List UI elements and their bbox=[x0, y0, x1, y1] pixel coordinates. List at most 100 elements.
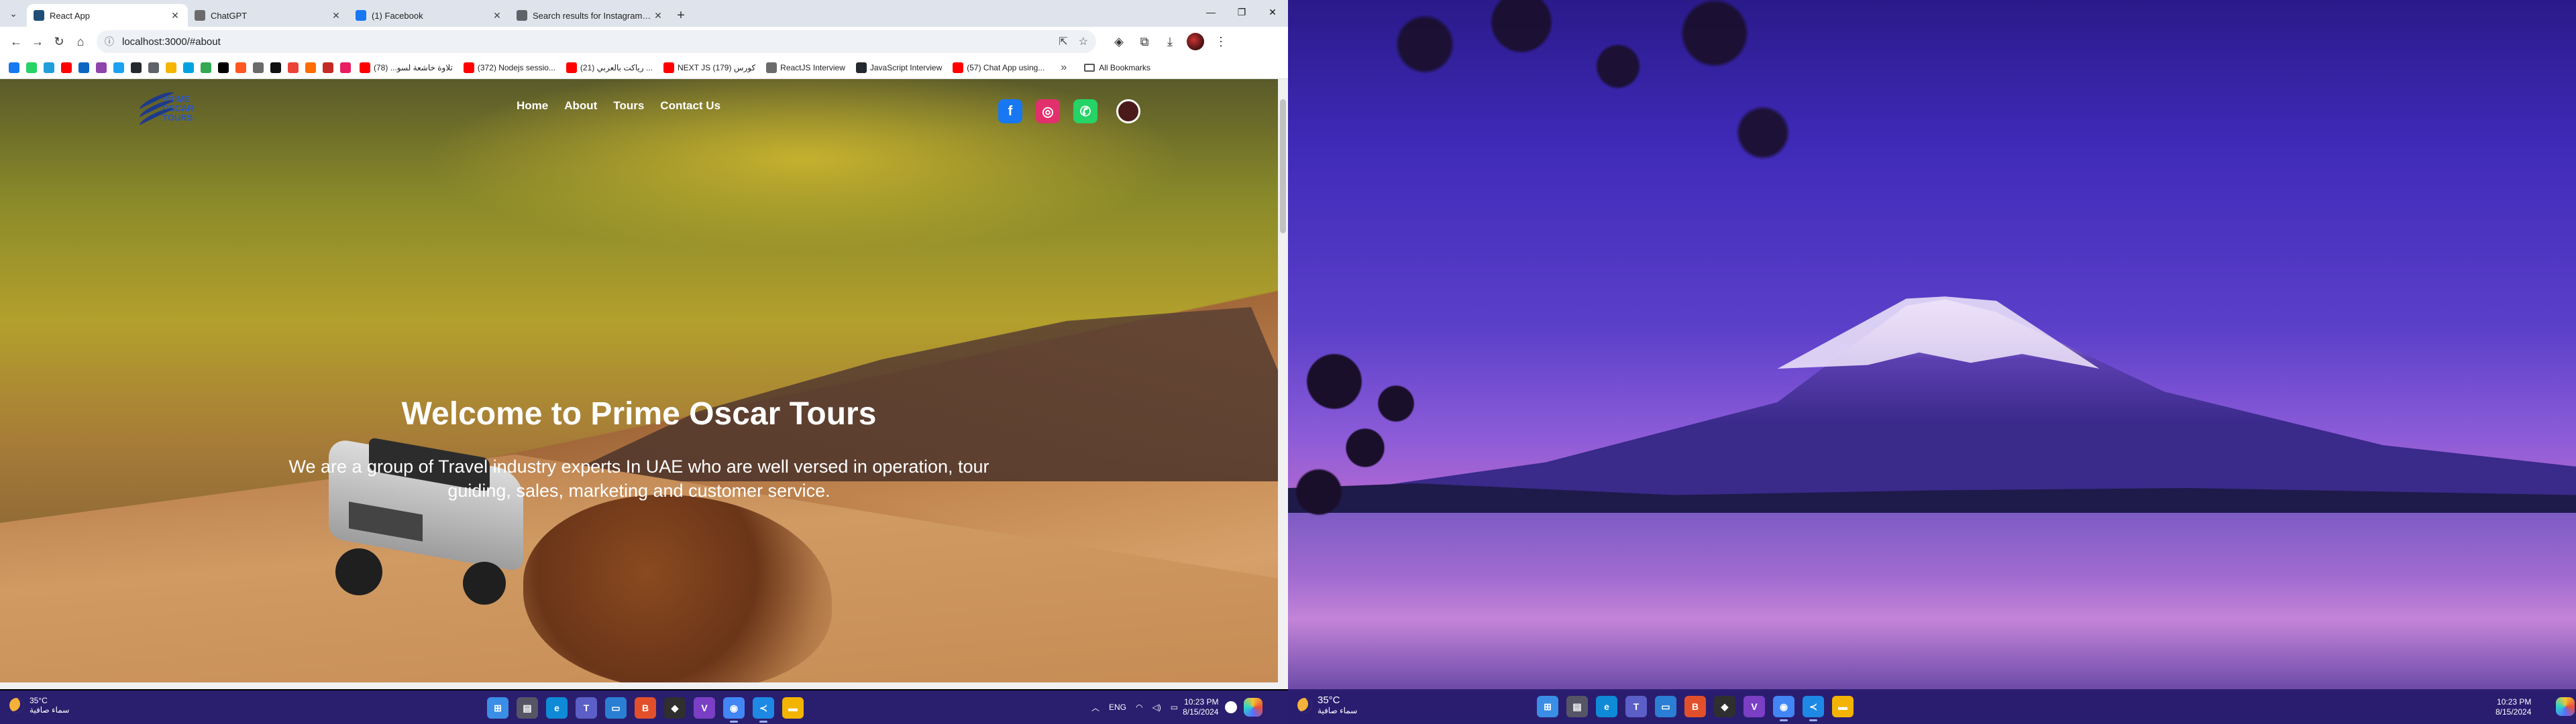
bookmark-favicon-icon[interactable] bbox=[61, 62, 72, 73]
edge-icon[interactable]: e bbox=[546, 697, 568, 719]
bookmark-favicon-icon[interactable] bbox=[340, 62, 351, 73]
tab-1[interactable]: ChatGPT ✕ bbox=[188, 4, 349, 27]
vscode-icon[interactable]: ≺ bbox=[1803, 696, 1824, 721]
bookmark-item[interactable]: JavaScript Interview bbox=[855, 62, 942, 73]
language-indicator[interactable]: ENG bbox=[1109, 703, 1126, 712]
extension-icon[interactable]: ◈ bbox=[1108, 31, 1130, 52]
bookmark-favicon-icon[interactable] bbox=[166, 62, 176, 73]
minimize-button[interactable]: — bbox=[1195, 0, 1226, 24]
close-window-button[interactable]: ✕ bbox=[1257, 0, 1288, 24]
browser-menu-icon[interactable]: ⋮ bbox=[1210, 31, 1232, 52]
all-bookmarks-button[interactable]: All Bookmarks bbox=[1084, 63, 1150, 72]
maximize-button[interactable]: ❐ bbox=[1226, 0, 1257, 24]
address-bar[interactable]: ⓘ localhost:3000/#about ⇱ ☆ bbox=[97, 30, 1096, 53]
profile-avatar[interactable] bbox=[1185, 31, 1206, 52]
open-in-app-icon[interactable]: ⇱ bbox=[1059, 35, 1067, 48]
file-explorer-icon[interactable]: ▤ bbox=[1566, 696, 1588, 717]
bookmark-favicon-icon[interactable] bbox=[148, 62, 159, 73]
tab-0[interactable]: React App ✕ bbox=[27, 4, 188, 27]
copilot-icon[interactable] bbox=[2556, 697, 2575, 716]
scrollbar-thumb[interactable] bbox=[1280, 99, 1286, 233]
tray-overflow-icon[interactable]: ︿ bbox=[1091, 702, 1099, 713]
profile-icon[interactable] bbox=[1116, 99, 1140, 123]
bookmark-item[interactable]: NEXT JS كورس (179) bbox=[663, 62, 755, 73]
bookmark-favicon-icon[interactable] bbox=[44, 62, 54, 73]
copilot-icon[interactable] bbox=[1244, 698, 1263, 717]
bookmark-item[interactable]: (57) Chat App using... bbox=[953, 62, 1044, 73]
chrome-icon[interactable]: ◉ bbox=[723, 697, 745, 723]
bookmark-favicon-icon[interactable] bbox=[201, 62, 211, 73]
battery-icon[interactable]: ▭ bbox=[1171, 703, 1178, 712]
tab-close-icon[interactable]: ✕ bbox=[491, 9, 503, 21]
tab-3[interactable]: Search results for Instagram - I ✕ bbox=[510, 4, 671, 27]
visual-studio-icon[interactable]: V bbox=[694, 697, 715, 719]
remote-icon[interactable]: ▭ bbox=[605, 697, 627, 719]
teams-icon[interactable]: T bbox=[576, 697, 597, 719]
bookmark-favicon-icon[interactable] bbox=[78, 62, 89, 73]
bookmark-favicon-icon[interactable] bbox=[253, 62, 264, 73]
site-info-icon[interactable]: ⓘ bbox=[105, 35, 114, 48]
node-icon[interactable]: ◆ bbox=[1714, 696, 1735, 717]
instagram-icon[interactable]: ◎ bbox=[1036, 99, 1060, 123]
bookmark-item[interactable]: تلاوة خاشعة لسو... (78) bbox=[360, 62, 453, 73]
bookmark-star-icon[interactable]: ☆ bbox=[1079, 35, 1088, 48]
bookmark-item[interactable]: ReactJS Interview bbox=[766, 62, 845, 73]
tab-close-icon[interactable]: ✕ bbox=[169, 9, 181, 21]
bookmark-item[interactable]: (21) رياكت بالعربي ... bbox=[566, 62, 653, 73]
facebook-icon[interactable]: f bbox=[998, 99, 1022, 123]
bookmark-favicon-icon[interactable] bbox=[113, 62, 124, 73]
folder-icon[interactable]: ▬ bbox=[782, 697, 804, 719]
start-icon[interactable]: ⊞ bbox=[1537, 696, 1558, 717]
nav-tours[interactable]: Tours bbox=[613, 99, 644, 113]
chrome-icon[interactable]: ◉ bbox=[1773, 696, 1794, 721]
nav-contact[interactable]: Contact Us bbox=[660, 99, 720, 113]
edge-icon[interactable]: e bbox=[1596, 696, 1617, 717]
bookmark-favicon-icon[interactable] bbox=[288, 62, 299, 73]
brave-icon[interactable]: B bbox=[635, 697, 656, 719]
notification-bell-icon[interactable] bbox=[1225, 701, 1238, 713]
new-tab-button[interactable]: + bbox=[671, 5, 691, 25]
tab-close-icon[interactable]: ✕ bbox=[652, 9, 664, 21]
back-button[interactable]: ← bbox=[5, 31, 27, 52]
bookmark-favicon-icon[interactable] bbox=[9, 62, 19, 73]
site-logo[interactable]: PRIME OSCAR TOURS bbox=[134, 87, 194, 130]
brave-icon[interactable]: B bbox=[1684, 696, 1706, 717]
bookmark-item[interactable]: (372) Nodejs sessio... bbox=[463, 62, 555, 73]
taskbar-clock-right[interactable]: 10:23 PM 8/15/2024 bbox=[2496, 697, 2531, 717]
download-icon[interactable]: ⤓ bbox=[1159, 31, 1181, 52]
nav-about[interactable]: About bbox=[564, 99, 597, 113]
extensions-puzzle-icon[interactable]: ⧉ bbox=[1134, 31, 1155, 52]
whatsapp-icon[interactable]: ✆ bbox=[1073, 99, 1097, 123]
forward-button[interactable]: → bbox=[27, 31, 48, 52]
vscode-icon[interactable]: ≺ bbox=[753, 697, 774, 723]
bookmark-favicon-icon[interactable] bbox=[96, 62, 107, 73]
bookmark-favicon-icon[interactable] bbox=[270, 62, 281, 73]
start-icon[interactable]: ⊞ bbox=[487, 697, 508, 719]
node-icon[interactable]: ◆ bbox=[664, 697, 686, 719]
bookmark-favicon-icon[interactable] bbox=[26, 62, 37, 73]
horizontal-scrollbar[interactable] bbox=[0, 682, 1288, 689]
volume-icon[interactable]: ◁) bbox=[1152, 703, 1161, 712]
tab-2[interactable]: (1) Facebook ✕ bbox=[349, 4, 510, 27]
remote-icon[interactable]: ▭ bbox=[1655, 696, 1676, 717]
bookmark-favicon-icon[interactable] bbox=[305, 62, 316, 73]
visual-studio-icon[interactable]: V bbox=[1743, 696, 1765, 717]
weather-widget-right[interactable]: 35°C سماء صافية bbox=[1297, 695, 1357, 715]
nav-home[interactable]: Home bbox=[517, 99, 548, 113]
reload-button[interactable]: ↻ bbox=[48, 31, 70, 52]
bookmark-favicon-icon[interactable] bbox=[235, 62, 246, 73]
bookmark-favicon-icon[interactable] bbox=[183, 62, 194, 73]
vertical-scrollbar[interactable] bbox=[1278, 79, 1288, 682]
bookmarks-overflow-icon[interactable]: » bbox=[1061, 62, 1067, 74]
bookmark-favicon-icon[interactable] bbox=[323, 62, 333, 73]
folder-icon[interactable]: ▬ bbox=[1832, 696, 1854, 717]
bookmark-favicon-icon[interactable] bbox=[131, 62, 142, 73]
tab-close-icon[interactable]: ✕ bbox=[330, 9, 342, 21]
file-explorer-icon[interactable]: ▤ bbox=[517, 697, 538, 719]
taskbar-clock[interactable]: 10:23 PM 8/15/2024 bbox=[1183, 697, 1218, 717]
bookmark-favicon-icon[interactable] bbox=[218, 62, 229, 73]
teams-icon[interactable]: T bbox=[1625, 696, 1647, 717]
tab-search-button[interactable]: ⌄ bbox=[3, 3, 24, 24]
weather-widget[interactable]: 35°C سماء صافية bbox=[9, 696, 69, 715]
home-button[interactable]: ⌂ bbox=[70, 31, 91, 52]
